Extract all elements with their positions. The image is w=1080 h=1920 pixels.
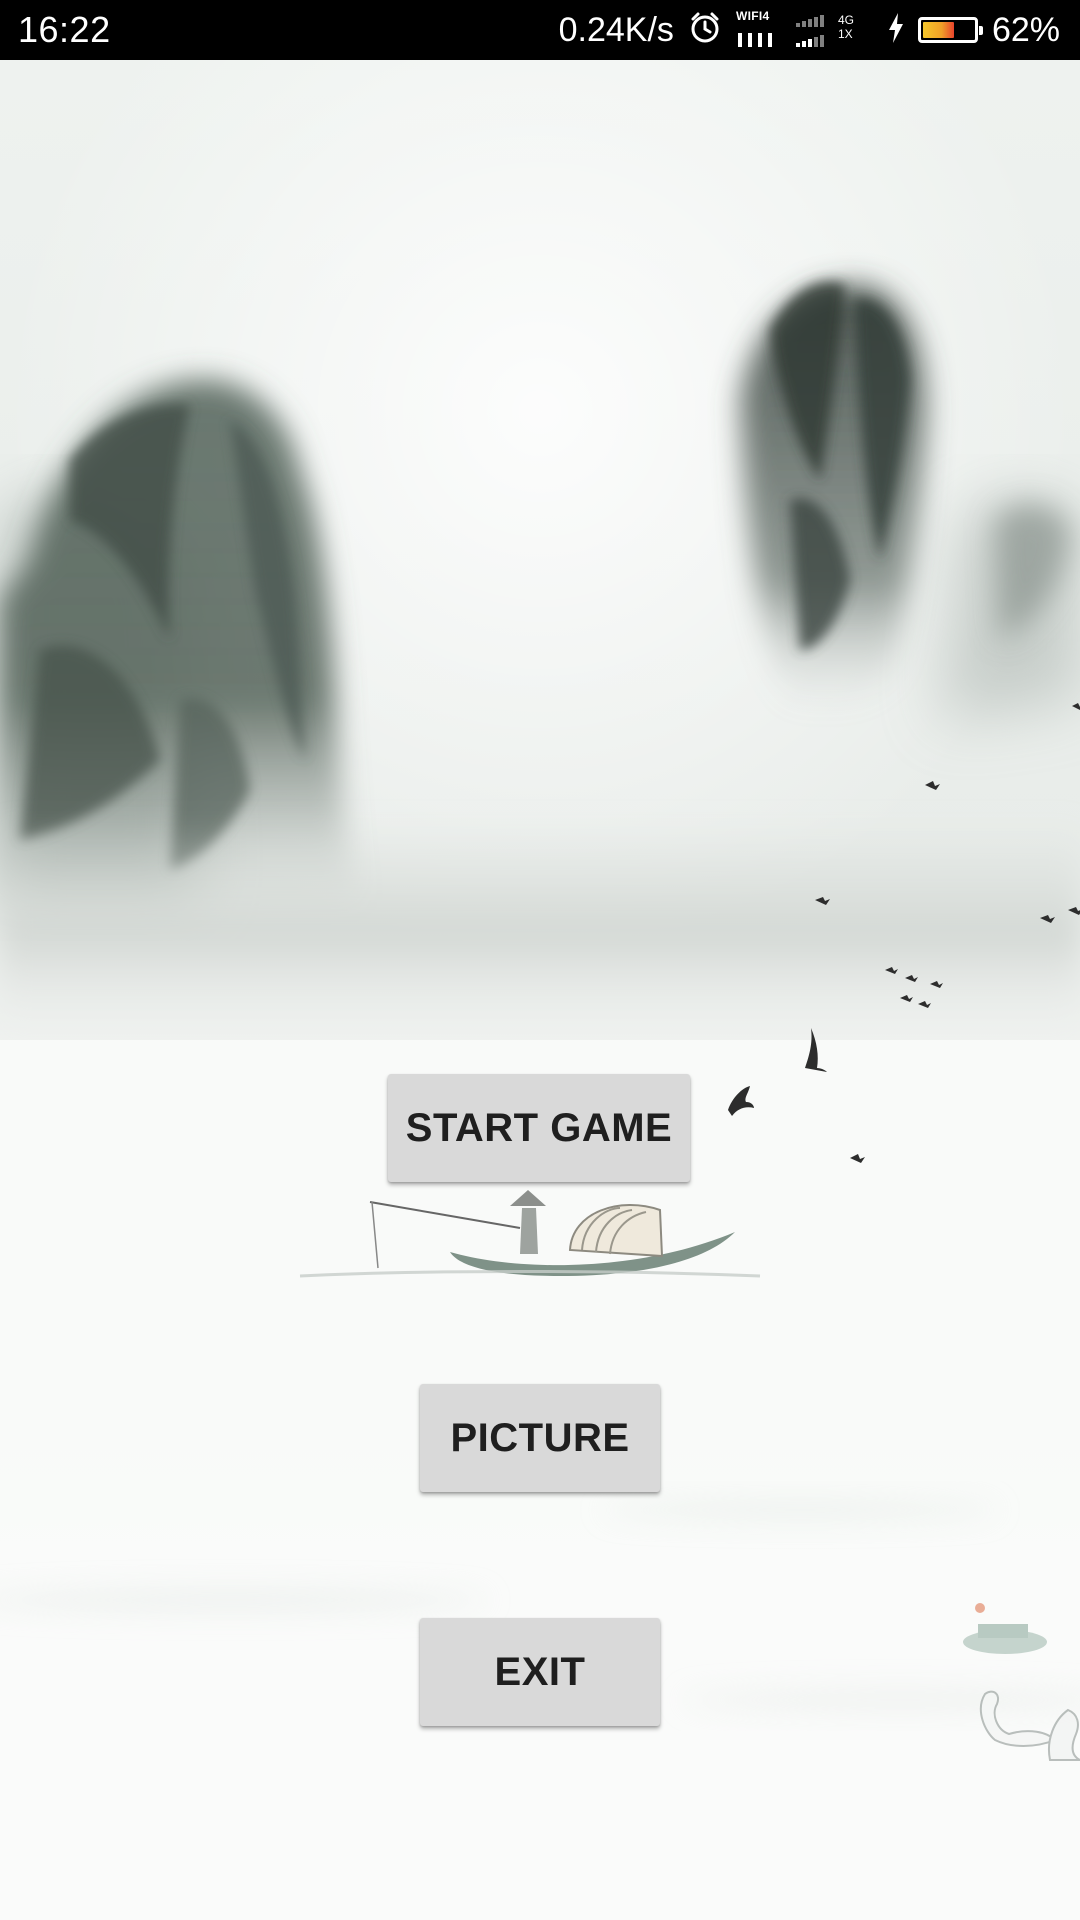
wifi-label: WIFI4 [735,9,770,23]
status-icons: 0.24K/s WIFI4 4G 1X 62% [559,0,1060,60]
signal-icon: 4G 1X [794,9,874,51]
exit-button[interactable]: EXIT [420,1618,660,1726]
network-speed: 0.24K/s [558,10,674,49]
start-game-button[interactable]: START GAME [388,1074,690,1182]
battery-level-fill [922,22,954,38]
game-menu-screen: 16:22 0.24K/s WIFI4 4G 1X 62% START GAME… [0,0,1080,1920]
sim-slot: 1X [837,27,853,41]
network-type: 4G [837,13,854,27]
picture-button[interactable]: PICTURE [420,1384,660,1492]
status-time: 16:22 [18,9,111,50]
wifi-icon: WIFI4 [736,9,780,51]
battery-icon [917,17,983,43]
battery-percent: 62% [991,10,1060,49]
status-bar: 16:22 0.24K/s WIFI4 4G 1X 62% [0,0,1080,60]
charging-icon [888,12,904,49]
alarm-icon [688,11,722,50]
